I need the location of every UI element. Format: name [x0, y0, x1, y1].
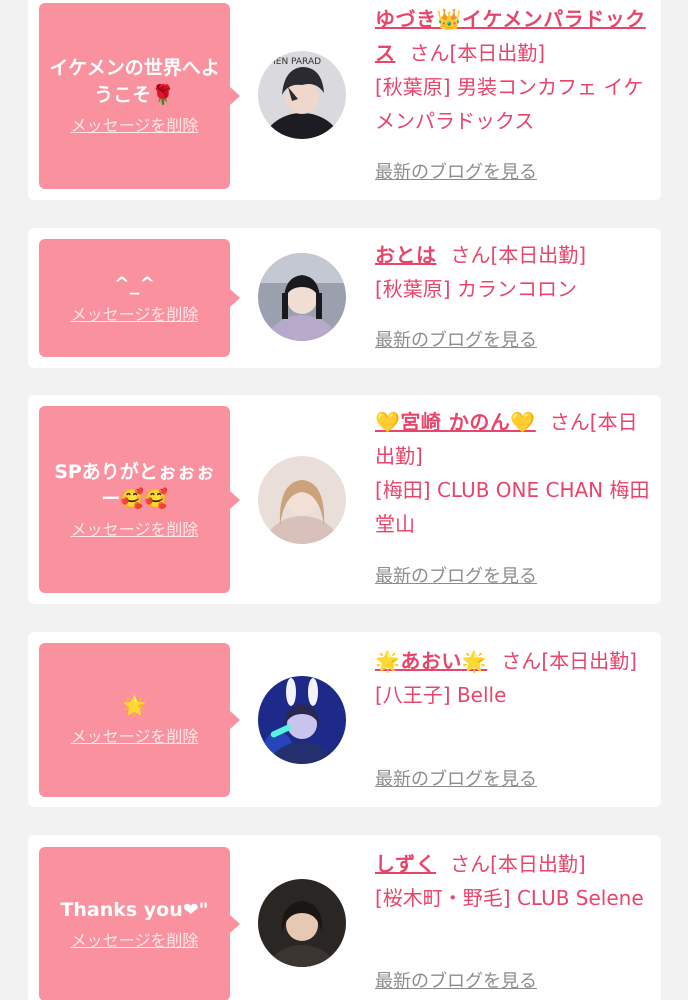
cast-name-link[interactable]: 🌟あおい🌟: [375, 649, 487, 673]
cast-info: しずく さん[本日出勤] [桜木町・野毛] CLUB Selene: [375, 847, 651, 915]
avatar[interactable]: [258, 456, 346, 544]
status-label: [本日出勤]: [490, 852, 586, 876]
message-card: Thanks you❤" メッセージを削除 しずく さん[本日出勤] [桜木町・野…: [28, 835, 661, 1000]
shop-label: [八王子] Belle: [375, 683, 507, 707]
cast-name-link[interactable]: おとは: [375, 243, 437, 267]
status-label: [本日出勤]: [449, 41, 546, 65]
latest-blog-link[interactable]: 最新のブログを見る: [375, 565, 537, 589]
shop-label: [秋葉原] 男装コンカフェ イケメンパラドックス: [375, 75, 644, 133]
honorific: さん: [549, 410, 590, 434]
delete-message-link[interactable]: メッセージを削除: [71, 304, 199, 326]
avatar-image: [258, 676, 346, 764]
message-bubble: Thanks you❤" メッセージを削除: [39, 847, 240, 1000]
message-bubble: イケメンの世界へようこそ🌹 メッセージを削除: [39, 3, 240, 189]
avatar-image: MEN PARAD: [258, 51, 346, 139]
avatar-logo-text: MEN PARAD: [268, 57, 321, 67]
message-card: SPありがとぉぉぉー🥰🥰 メッセージを削除 💛宮崎 かのん💛 さん[本日出勤] […: [28, 395, 661, 604]
message-bubble: 🌟 メッセージを削除: [39, 643, 240, 797]
cast-info: おとは さん[本日出勤] [秋葉原] カランコロン: [375, 238, 651, 306]
message-text: ^_^: [113, 272, 156, 295]
message-bubble: SPありがとぉぉぉー🥰🥰 メッセージを削除: [39, 406, 240, 593]
message-text: 🌟: [122, 694, 147, 717]
message-card: イケメンの世界へようこそ🌹 メッセージを削除 MEN PARAD ゆづき👑イケメ…: [28, 0, 661, 200]
message-card: ^_^ メッセージを削除 おとは さん[本日出勤] [秋葉原] カランコロン 最新…: [28, 228, 661, 368]
avatar-image: [258, 253, 346, 341]
honorific: さん: [501, 649, 542, 673]
avatar[interactable]: [258, 879, 346, 967]
avatar-image: [258, 456, 346, 544]
delete-message-link[interactable]: メッセージを削除: [71, 519, 199, 541]
delete-message-link[interactable]: メッセージを削除: [71, 930, 199, 952]
message-card: 🌟 メッセージを削除 🌟あおい🌟 さん[本日出勤] [八王子] Belle 最新の…: [28, 632, 661, 807]
honorific: さん: [450, 243, 491, 267]
avatar[interactable]: [258, 676, 346, 764]
status-label: [本日出勤]: [541, 649, 637, 673]
shop-label: [秋葉原] カランコロン: [375, 277, 577, 301]
message-bubble: ^_^ メッセージを削除: [39, 239, 240, 357]
honorific: さん: [409, 41, 450, 65]
latest-blog-link[interactable]: 最新のブログを見る: [375, 768, 537, 792]
avatar[interactable]: [258, 253, 346, 341]
cast-info: 🌟あおい🌟 さん[本日出勤] [八王子] Belle: [375, 644, 651, 712]
latest-blog-link[interactable]: 最新のブログを見る: [375, 161, 537, 185]
delete-message-link[interactable]: メッセージを削除: [71, 115, 199, 137]
latest-blog-link[interactable]: 最新のブログを見る: [375, 329, 537, 353]
avatar-image: [258, 879, 346, 967]
delete-message-link[interactable]: メッセージを削除: [71, 726, 199, 748]
cast-name-link[interactable]: しずく: [375, 852, 436, 876]
message-text: SPありがとぉぉぉー🥰🥰: [54, 460, 215, 510]
latest-blog-link[interactable]: 最新のブログを見る: [375, 970, 537, 994]
cast-info: 💛宮崎 かのん💛 さん[本日出勤] [梅田] CLUB ONE CHAN 梅田堂山: [375, 405, 651, 541]
honorific: さん: [450, 852, 491, 876]
message-text: Thanks you❤": [60, 898, 209, 921]
cast-info: ゆづき👑イケメンパラドックス さん[本日出勤] [秋葉原] 男装コンカフェ イケメ…: [375, 2, 651, 138]
shop-label: [梅田] CLUB ONE CHAN 梅田堂山: [375, 478, 650, 536]
shop-label: [桜木町・野毛] CLUB Selene: [375, 886, 644, 910]
cast-name-link[interactable]: 💛宮崎 かのん💛: [375, 410, 536, 434]
avatar[interactable]: MEN PARAD: [258, 51, 346, 139]
status-label: [本日出勤]: [490, 243, 587, 267]
message-text: イケメンの世界へようこそ🌹: [49, 57, 220, 106]
